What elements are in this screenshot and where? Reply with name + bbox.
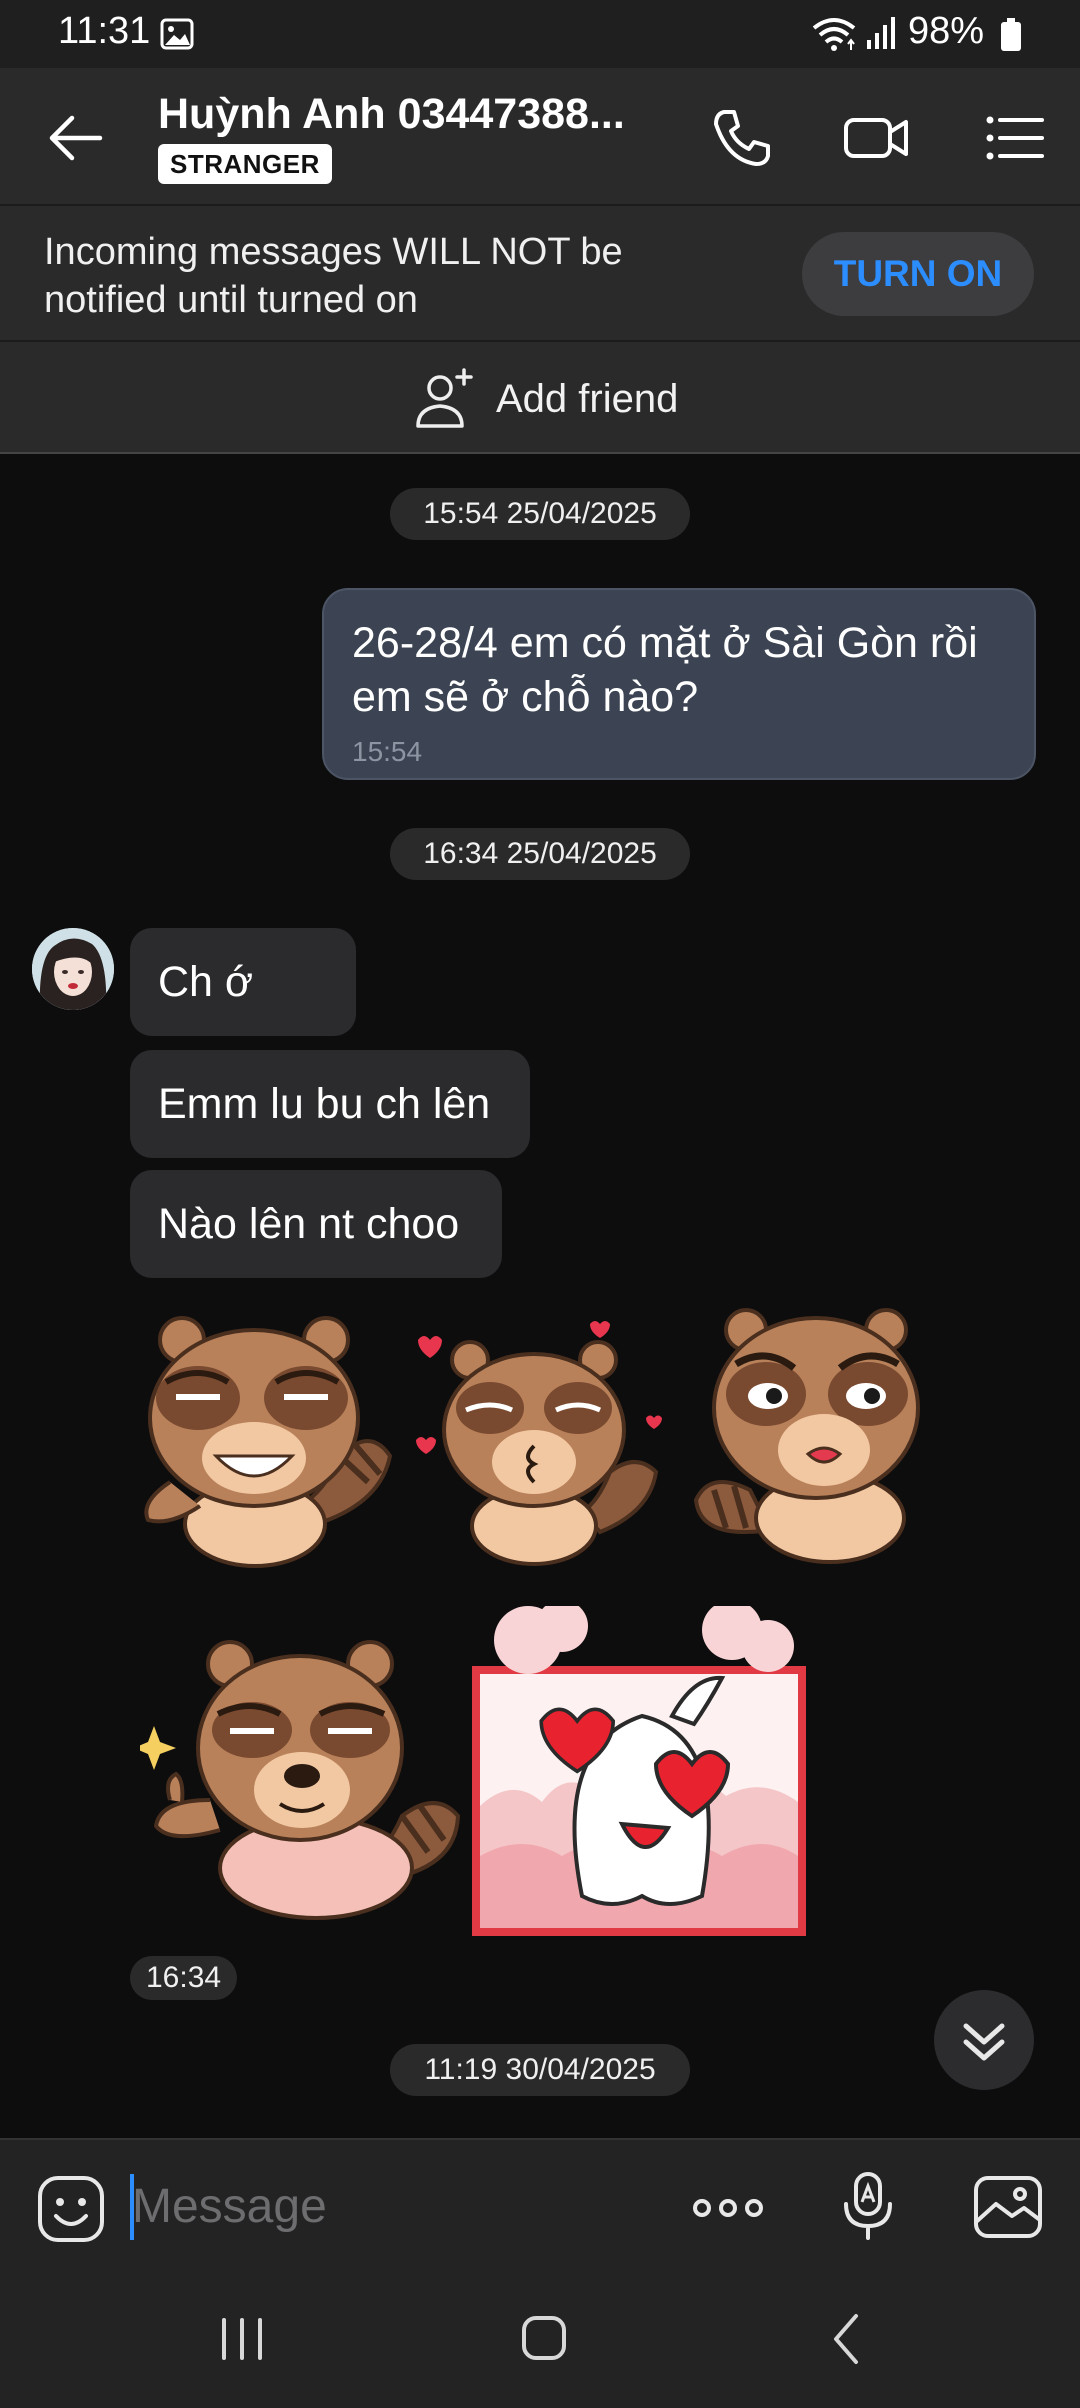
more-options-icon[interactable] xyxy=(690,2178,766,2238)
wifi-icon xyxy=(812,18,856,51)
outgoing-message-bubble[interactable]: 26-28/4 em có mặt ở Sài Gòn rồi em sẽ ở … xyxy=(322,588,1036,780)
video-call-icon[interactable] xyxy=(840,102,912,174)
home-icon[interactable] xyxy=(504,2304,584,2374)
turn-on-button[interactable]: TURN ON xyxy=(802,232,1034,316)
outgoing-message-text: 26-28/4 em có mặt ở Sài Gòn rồi em sẽ ở … xyxy=(352,619,978,721)
recent-apps-icon[interactable] xyxy=(202,2304,282,2374)
emoji-sticker-icon[interactable] xyxy=(36,2174,106,2244)
chat-header: Huỳnh Anh 03447388... STRANGER xyxy=(0,68,1080,204)
battery-percentage: 98% xyxy=(908,10,985,52)
incoming-message-bubble[interactable]: Ch ớ xyxy=(130,928,356,1036)
phone-call-icon[interactable] xyxy=(706,102,778,174)
raccoon-grin-sticker[interactable] xyxy=(130,1306,400,1568)
message-input[interactable] xyxy=(132,2170,652,2242)
incoming-message-bubble[interactable]: Nào lên nt choo xyxy=(130,1170,502,1278)
system-navigation-bar xyxy=(0,2270,1080,2408)
notification-banner: Incoming messages WILL NOT be notified u… xyxy=(0,204,1080,340)
voice-to-text-mic-icon[interactable] xyxy=(840,2170,896,2242)
incoming-message-bubble[interactable]: Emm lu bu ch lên xyxy=(130,1050,530,1158)
battery-icon xyxy=(1001,18,1021,51)
date-separator: 16:34 25/04/2025 xyxy=(390,828,690,880)
stranger-badge: STRANGER xyxy=(158,144,332,184)
image-notification-icon xyxy=(160,18,194,50)
add-friend-label: Add friend xyxy=(496,376,679,421)
signal-icon xyxy=(867,17,895,49)
double-chevron-down-icon xyxy=(963,2023,1005,2061)
raccoon-worried-sticker[interactable] xyxy=(690,1300,940,1568)
love-eyes-character-sticker[interactable] xyxy=(472,1606,806,1936)
raccoon-kiss-sticker[interactable] xyxy=(410,1312,666,1568)
notification-banner-text: Incoming messages WILL NOT be notified u… xyxy=(44,231,623,321)
back-arrow-icon[interactable] xyxy=(44,106,108,170)
message-time: 15:54 xyxy=(352,736,423,767)
date-separator: 15:54 25/04/2025 xyxy=(390,488,690,540)
scroll-to-bottom-button[interactable] xyxy=(934,1990,1034,2090)
back-nav-icon[interactable] xyxy=(808,2304,888,2374)
gallery-image-icon[interactable] xyxy=(972,2174,1044,2240)
avatar-image xyxy=(32,928,114,1010)
message-composer xyxy=(0,2138,1080,2270)
message-time: 16:34 xyxy=(130,1956,238,2000)
add-friend-icon xyxy=(416,368,473,428)
add-friend-bar[interactable]: Add friend xyxy=(0,340,1080,454)
raccoon-thumbs-up-sticker[interactable] xyxy=(140,1630,460,1922)
menu-list-icon[interactable] xyxy=(978,102,1050,174)
contact-name[interactable]: Huỳnh Anh 03447388... xyxy=(158,90,638,139)
contact-avatar[interactable] xyxy=(32,928,114,1010)
status-time: 11:31 xyxy=(58,10,151,52)
status-bar: 11:31 98% xyxy=(0,0,1080,68)
date-separator: 11:19 30/04/2025 xyxy=(390,2044,690,2096)
